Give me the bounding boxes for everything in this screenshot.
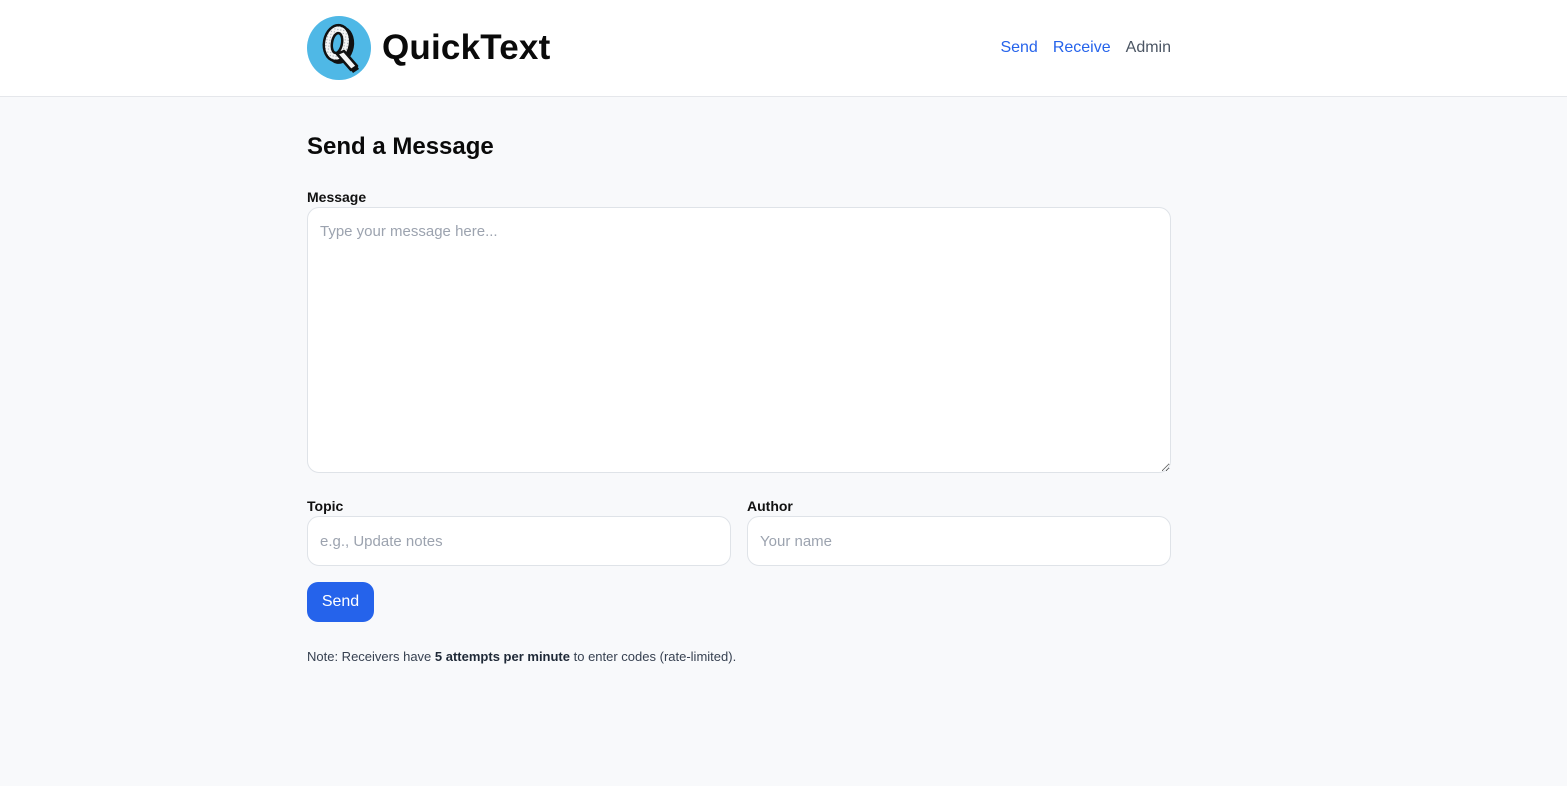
quicktext-logo-icon (307, 16, 371, 80)
topic-group: Topic (307, 497, 731, 566)
note-bold: 5 attempts per minute (434, 649, 570, 664)
main-nav: Send Receive Admin (1000, 39, 1171, 57)
site-header: QuickText Send Receive Admin (0, 0, 1567, 97)
topic-input[interactable] (307, 516, 731, 566)
author-label: Author (747, 498, 793, 514)
author-group: Author (747, 497, 1171, 566)
header-inner: QuickText Send Receive Admin (307, 0, 1171, 96)
message-label: Message (307, 189, 367, 205)
message-textarea[interactable] (307, 207, 1171, 473)
brand-name: QuickText (382, 28, 551, 67)
send-button[interactable]: Send (307, 582, 374, 622)
nav-link-send[interactable]: Send (1000, 39, 1037, 57)
author-input[interactable] (747, 516, 1171, 566)
topic-label: Topic (307, 498, 344, 514)
nav-link-admin[interactable]: Admin (1126, 39, 1171, 57)
note-prefix: Note: Receivers have (307, 649, 435, 664)
note-suffix: to enter codes (rate-limited). (570, 649, 737, 664)
nav-link-receive[interactable]: Receive (1053, 39, 1111, 57)
rate-limit-note: Note: Receivers have 5 attempts per minu… (307, 649, 1171, 664)
topic-author-row: Topic Author (307, 497, 1171, 566)
main-content: Send a Message Message Topic Author Send… (307, 97, 1171, 664)
page-title: Send a Message (307, 133, 494, 160)
brand[interactable]: QuickText (307, 16, 550, 80)
